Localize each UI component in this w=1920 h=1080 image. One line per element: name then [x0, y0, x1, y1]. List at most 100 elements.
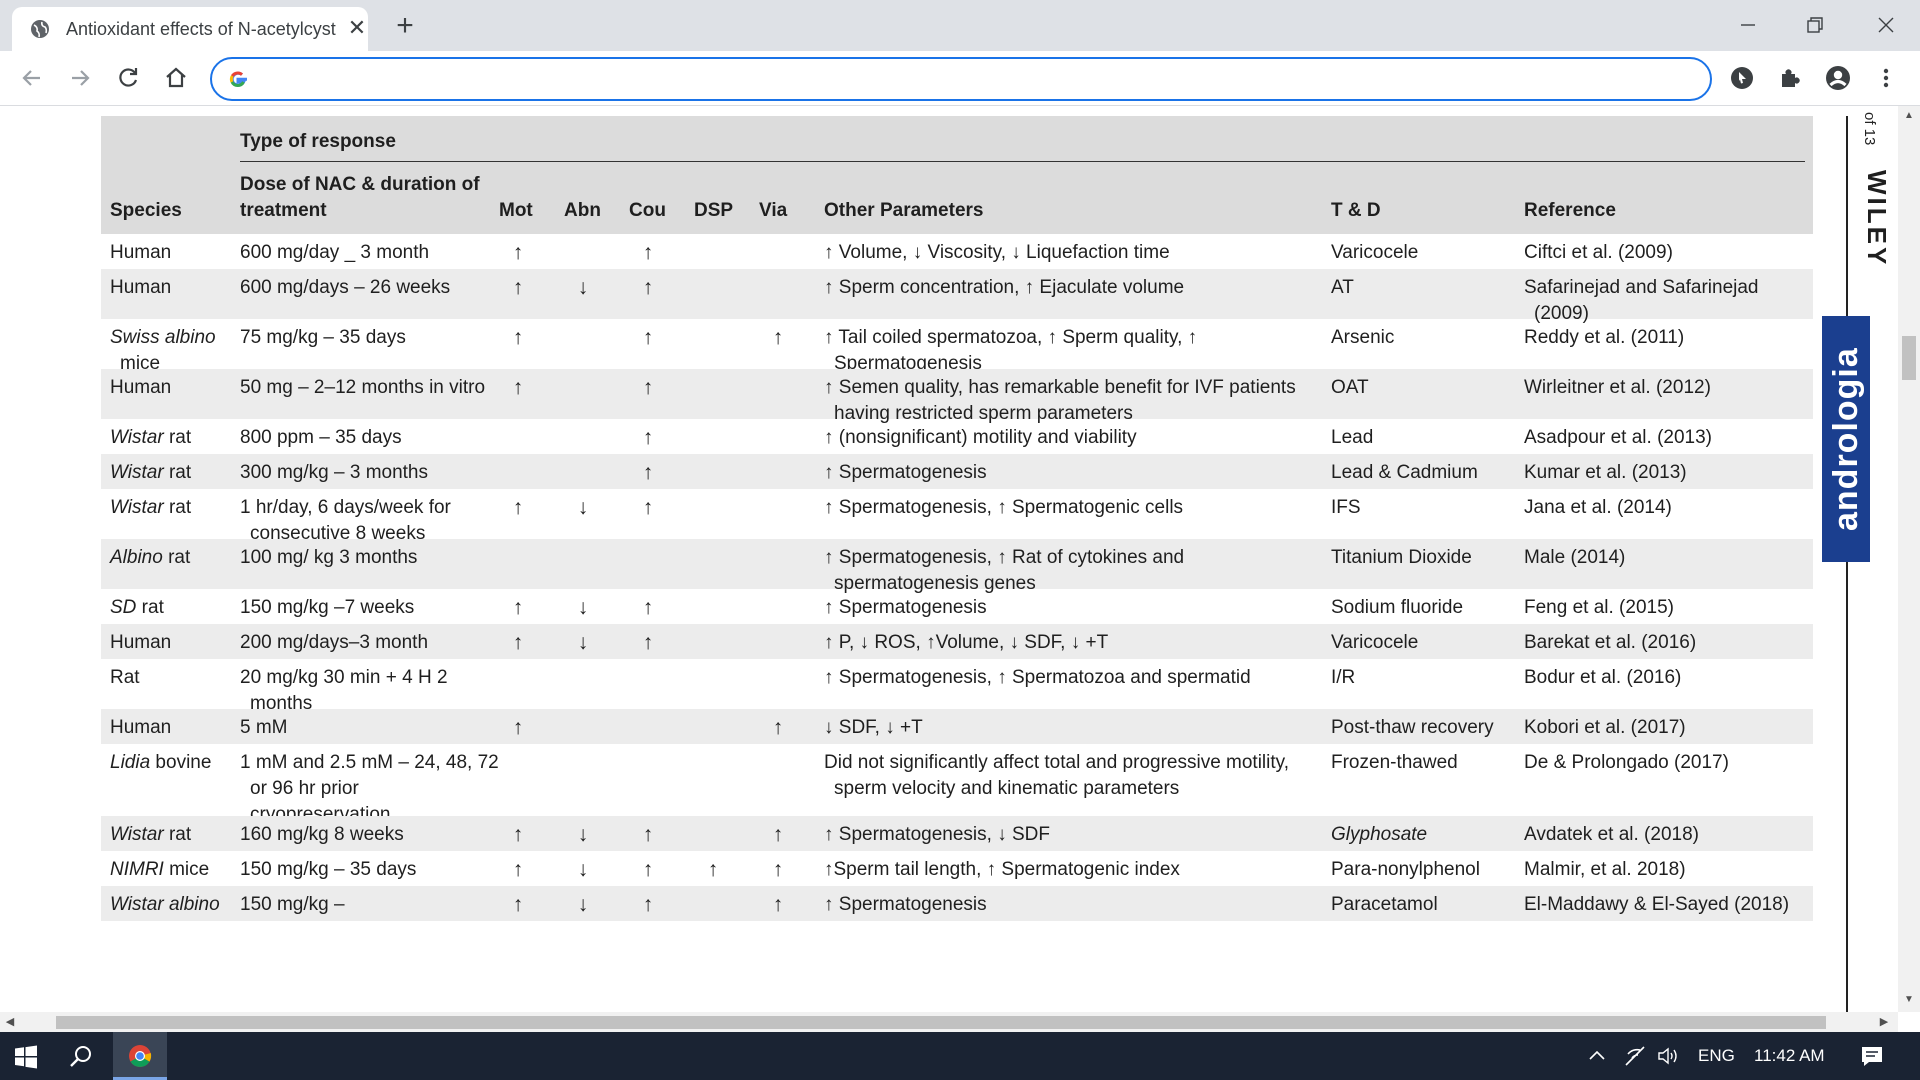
species-text: rat — [162, 547, 191, 568]
table-row: Albino rat 100 mg/ kg 3 months ↑ Spermatog… — [101, 539, 1813, 594]
species-text: Human — [110, 632, 172, 653]
scroll-right-icon[interactable]: ▶ — [1878, 1015, 1890, 1028]
dose-cell: 600 mg/days – 26 weeks — [240, 277, 451, 298]
species-italic: Albino — [110, 547, 163, 568]
ref-cell: De & Prolongado (2017) — [1524, 752, 1729, 773]
species-cell: Human — [110, 240, 240, 266]
restore-icon[interactable] — [1800, 10, 1830, 40]
document-viewport[interactable]: Type of response Species Dose of NAC & d… — [0, 106, 1898, 1012]
language-indicator[interactable]: ENG — [1698, 1046, 1735, 1066]
td-cell: Varicocele — [1331, 242, 1419, 263]
species-cell: Rat — [110, 665, 240, 691]
td-cell: Post-thaw recovery — [1331, 717, 1494, 738]
table-row: Wistar rat 800 ppm – 35 days ↑ (nonsignifi… — [101, 419, 1813, 454]
mot-arrow: ↑ — [512, 496, 524, 519]
species-text: Human — [110, 277, 172, 298]
data-table: Type of response Species Dose of NAC & d… — [101, 116, 1813, 921]
close-window-icon[interactable] — [1871, 10, 1901, 40]
via-arrow: ↑ — [772, 823, 784, 846]
td-cell: Glyphosate — [1331, 824, 1428, 845]
browser-tab[interactable]: Antioxidant effects of N-acetylcysteine … — [12, 7, 368, 51]
scroll-up-icon[interactable]: ▲ — [1903, 110, 1915, 122]
chevron-up-icon[interactable] — [1588, 1048, 1606, 1062]
table-row: Human 200 mg/days–3 month ↑ P, ↓ ROS, ↑Vol… — [101, 624, 1813, 659]
address-input[interactable] — [262, 65, 1666, 93]
globe-icon — [31, 20, 49, 38]
via-arrow: ↑ — [772, 716, 784, 739]
profile-icon[interactable] — [1824, 64, 1852, 92]
td-cell: Sodium fluoride — [1331, 597, 1464, 618]
cursor-extension-icon[interactable] — [1728, 64, 1756, 92]
ref-cell: Kobori et al. (2017) — [1524, 717, 1686, 738]
network-icon[interactable] — [1624, 1045, 1648, 1067]
abn-arrow: ↓ — [577, 276, 589, 299]
td-cell: I/R — [1331, 667, 1356, 688]
horizontal-scrollbar[interactable]: ◀ ▶ — [0, 1012, 1898, 1032]
chrome-icon — [129, 1045, 152, 1067]
volume-icon[interactable] — [1656, 1045, 1680, 1067]
other-cell: ↑ Spermatogenesis — [824, 894, 987, 915]
dose-cell: 800 ppm – 35 days — [240, 427, 402, 448]
scroll-down-icon[interactable]: ▼ — [1903, 994, 1915, 1006]
cou-arrow: ↑ — [642, 631, 654, 654]
species-cell: Lidia bovine — [110, 750, 240, 776]
ref-cell: Ciftci et al. (2009) — [1524, 242, 1673, 263]
mot-arrow: ↑ — [512, 858, 524, 881]
other-cell: ↑ (nonsignificant) motility and viabilit… — [824, 427, 1137, 448]
dose-cell: 300 mg/kg – 3 months — [240, 462, 428, 483]
search-icon[interactable] — [68, 1044, 94, 1070]
species-italic: Wistar — [110, 427, 164, 448]
species-text: Human — [110, 717, 172, 738]
species-text: rat — [163, 497, 192, 518]
extensions-puzzle-icon[interactable] — [1776, 64, 1804, 92]
species-italic: NIMRI — [110, 859, 164, 880]
abn-arrow: ↓ — [577, 631, 589, 654]
ref-cell: Barekat et al. (2016) — [1524, 632, 1697, 653]
browser-toolbar — [0, 51, 1920, 106]
td-cell: Lead & Cadmium — [1331, 462, 1478, 483]
clock[interactable]: 11:42 AM — [1754, 1046, 1825, 1066]
forward-icon[interactable] — [66, 64, 94, 92]
via-arrow: ↑ — [772, 858, 784, 881]
windows-start-icon[interactable] — [14, 1045, 38, 1069]
tab-title: Antioxidant effects of N-acetylcysteine — [66, 19, 336, 39]
minimize-icon[interactable] — [1733, 10, 1763, 40]
mot-arrow: ↑ — [512, 376, 524, 399]
species-italic: Lidia — [110, 752, 151, 773]
species-cell: Wistar rat — [110, 495, 240, 521]
chrome-taskbar-button[interactable] — [113, 1032, 167, 1080]
dose-cell: 5 mM — [240, 717, 288, 738]
mot-arrow: ↑ — [512, 596, 524, 619]
species-cell: Human — [110, 275, 240, 301]
ref-cell: El-Maddawy & El-Sayed (2018) — [1524, 894, 1790, 915]
menu-icon[interactable] — [1872, 64, 1900, 92]
col-other: Other Parameters — [824, 200, 984, 221]
scroll-left-icon[interactable]: ◀ — [4, 1015, 16, 1028]
abn-arrow: ↓ — [577, 496, 589, 519]
species-italic: Wistar albino — [110, 894, 220, 915]
group-header: Type of response — [240, 131, 396, 152]
new-tab-icon[interactable]: + — [390, 11, 420, 42]
horizontal-scroll-thumb[interactable] — [56, 1016, 1826, 1029]
dose-cell: 150 mg/kg – — [240, 894, 345, 915]
other-cell: ↑Sperm tail length, ↑ Spermatogenic inde… — [824, 859, 1180, 880]
back-icon[interactable] — [18, 64, 46, 92]
header-rule — [240, 161, 1805, 162]
address-bar[interactable] — [210, 57, 1712, 101]
ref-cell: Avdatek et al. (2018) — [1524, 824, 1699, 845]
vertical-scrollbar[interactable]: ▲ ▼ — [1898, 106, 1920, 1012]
ref-cell: Jana et al. (2014) — [1524, 497, 1672, 518]
reload-icon[interactable] — [114, 64, 142, 92]
table-row: Wistar rat 300 mg/kg – 3 months ↑ Spermato… — [101, 454, 1813, 489]
species-cell: Wistar rat — [110, 460, 240, 486]
species-cell: NIMRI mice — [110, 857, 240, 883]
td-cell: Varicocele — [1331, 632, 1419, 653]
vertical-scroll-thumb[interactable] — [1902, 336, 1916, 380]
mot-arrow: ↑ — [512, 631, 524, 654]
dose-cell: 75 mg/kg – 35 days — [240, 327, 406, 348]
ref-cell: Wirleitner et al. (2012) — [1524, 377, 1711, 398]
home-icon[interactable] — [162, 64, 190, 92]
notification-icon[interactable] — [1860, 1044, 1884, 1068]
close-tab-icon[interactable]: ✕ — [346, 17, 368, 39]
col-td: T & D — [1331, 200, 1381, 221]
